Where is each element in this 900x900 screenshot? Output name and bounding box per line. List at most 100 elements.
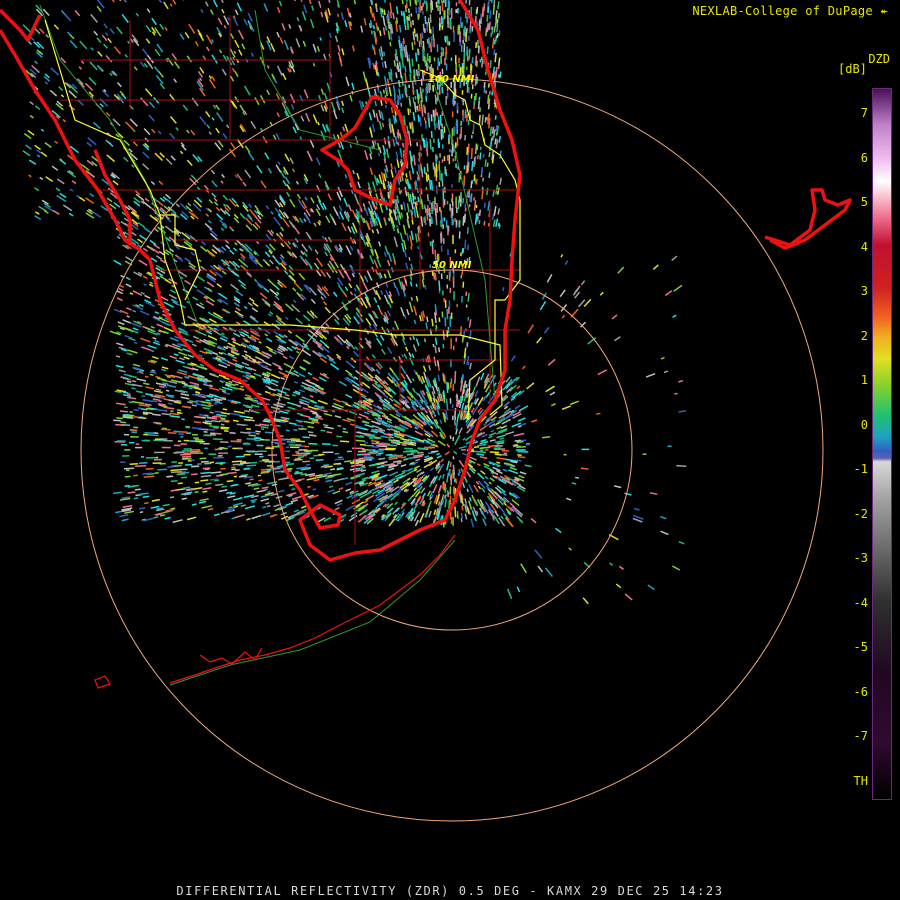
- radar-return: [298, 272, 306, 281]
- radar-return: [436, 396, 440, 403]
- radar-return: [273, 216, 281, 227]
- radar-return: [372, 46, 377, 55]
- radar-return: [283, 40, 289, 50]
- radar-return: [407, 467, 414, 472]
- radar-return: [62, 204, 70, 210]
- radar-return: [361, 427, 368, 431]
- radar-return: [517, 417, 526, 422]
- radar-return: [243, 409, 250, 413]
- radar-return: [133, 408, 139, 412]
- radar-return: [381, 61, 385, 68]
- radar-return: [383, 137, 387, 145]
- radar-return: [351, 45, 355, 52]
- radar-return: [266, 504, 271, 508]
- radar-return: [165, 389, 170, 392]
- radar-return: [193, 421, 202, 424]
- radar-return: [304, 196, 308, 201]
- radar-return: [177, 411, 182, 414]
- radar-return: [244, 85, 251, 96]
- radar-return: [205, 399, 211, 402]
- radar-return: [351, 498, 361, 505]
- radar-return: [388, 471, 399, 477]
- radar-return: [375, 5, 378, 12]
- radar-return: [116, 290, 124, 295]
- radar-return: [115, 355, 121, 358]
- radar-return: [192, 335, 199, 340]
- radar-return: [217, 140, 224, 148]
- radar-return: [353, 287, 357, 292]
- radar-return: [277, 161, 281, 166]
- radar-return: [460, 326, 463, 336]
- radar-return: [36, 149, 42, 154]
- radar-return: [518, 518, 523, 523]
- radar-return: [492, 219, 496, 228]
- radar-return: [454, 434, 461, 445]
- radar-return: [31, 64, 38, 72]
- radar-return: [289, 93, 296, 104]
- radar-return: [132, 141, 139, 147]
- radar-return: [489, 439, 496, 442]
- radar-return: [211, 180, 218, 188]
- radar-return: [228, 380, 233, 384]
- radar-return: [458, 459, 465, 468]
- radar-return: [404, 24, 407, 31]
- radar-return: [487, 6, 490, 14]
- radar-return: [221, 332, 225, 336]
- radar-return: [426, 208, 429, 216]
- radar-return: [199, 302, 204, 306]
- radar-return: [649, 492, 658, 496]
- radar-return: [179, 33, 185, 40]
- radar-return: [370, 7, 374, 18]
- radar-return: [435, 168, 438, 178]
- colorbar-tick-label: TH: [853, 773, 868, 788]
- radar-return: [307, 431, 314, 434]
- radar-return: [284, 153, 290, 162]
- radar-return: [346, 318, 351, 323]
- radar-return: [403, 458, 408, 461]
- radar-return: [158, 0, 162, 4]
- radar-return: [133, 497, 139, 500]
- radar-return: [390, 169, 394, 178]
- radar-return: [69, 39, 78, 49]
- radar-return: [489, 60, 492, 69]
- radar-return: [113, 46, 122, 55]
- radar-return: [158, 180, 164, 186]
- radar-return: [377, 152, 381, 157]
- radar-return: [295, 334, 304, 342]
- radar-return: [221, 68, 227, 76]
- radar-return: [288, 269, 295, 277]
- colorbar-tick-label: 2: [860, 328, 868, 343]
- radar-return: [149, 370, 157, 375]
- radar-return: [386, 78, 390, 87]
- radar-return: [191, 404, 197, 407]
- radar-return: [103, 23, 109, 29]
- radar-return: [388, 122, 392, 132]
- radar-return: [241, 43, 246, 50]
- radar-return: [153, 66, 160, 73]
- colorbar-tick-label: -5: [853, 640, 868, 654]
- radar-return: [480, 166, 484, 176]
- radar-return: [109, 28, 115, 35]
- radar-return: [376, 142, 380, 150]
- radar-return: [132, 290, 143, 296]
- radar-return: [374, 100, 378, 107]
- radar-return: [488, 481, 492, 485]
- radar-return: [194, 481, 200, 484]
- radar-return: [274, 258, 281, 266]
- radar-return: [362, 280, 369, 292]
- radar-return: [142, 399, 154, 403]
- radar-return: [385, 164, 389, 173]
- radar-return: [609, 562, 614, 566]
- radar-return: [346, 7, 351, 17]
- colorbar-tick-label: 7: [860, 106, 868, 120]
- radar-return: [497, 64, 500, 70]
- radar-return: [226, 345, 230, 349]
- radar-return: [363, 499, 369, 504]
- radar-return: [270, 211, 274, 215]
- radar-return: [454, 477, 458, 484]
- bahamas-coast: [764, 188, 852, 250]
- radar-return: [44, 142, 52, 148]
- radar-return: [458, 469, 462, 474]
- radar-return: [388, 518, 396, 527]
- radar-return: [428, 364, 432, 371]
